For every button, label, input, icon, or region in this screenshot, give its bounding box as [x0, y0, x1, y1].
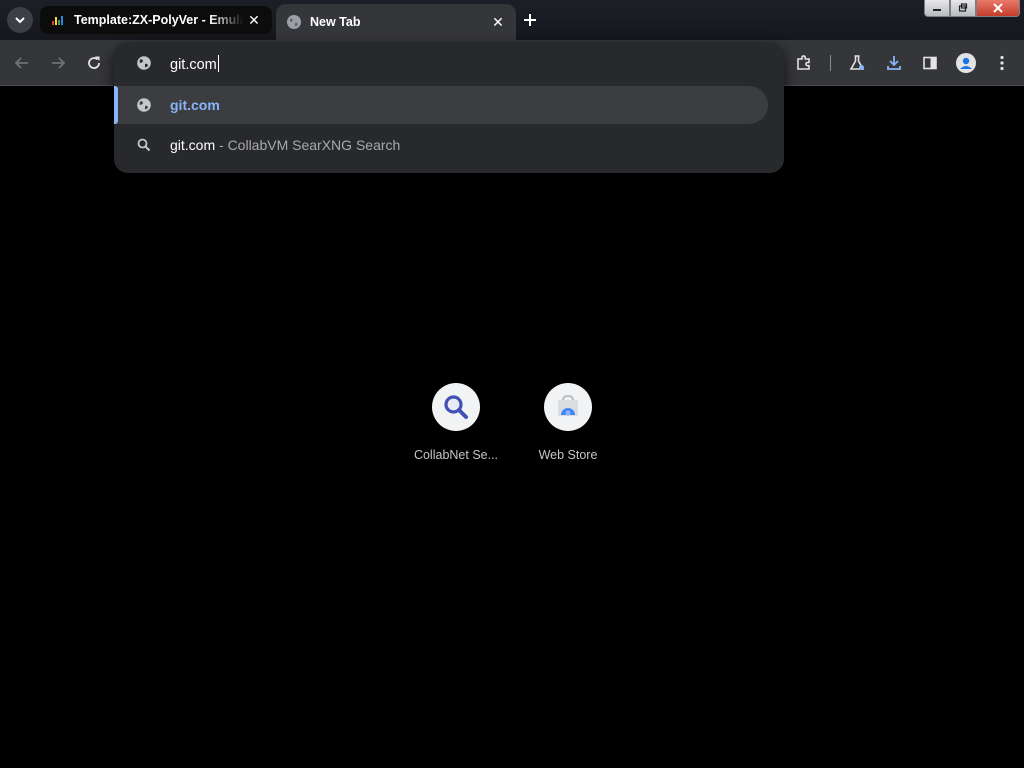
restore-icon	[958, 3, 968, 12]
globe-icon	[137, 56, 151, 70]
search-icon	[137, 138, 151, 152]
suggestion-text: git.com - CollabVM SearXNG Search	[170, 137, 401, 153]
new-tab-button[interactable]	[518, 8, 542, 32]
close-window-button[interactable]	[976, 0, 1020, 17]
omnibox-dropdown: git.com git.com git.com - CollabVM SearX…	[114, 42, 784, 173]
extensions-button[interactable]	[793, 52, 815, 74]
colorful-favicon-icon	[52, 16, 63, 25]
window-controls	[924, 0, 1020, 18]
forward-button[interactable]	[47, 52, 69, 74]
menu-button[interactable]	[991, 52, 1013, 74]
shortcut-tile	[544, 383, 592, 431]
chevron-down-icon	[15, 17, 25, 24]
close-tab-icon[interactable]: ✕	[244, 10, 264, 30]
downloads-button[interactable]	[883, 52, 905, 74]
shortcut-web-store[interactable]: Web Store	[512, 383, 624, 462]
reload-button[interactable]	[83, 52, 105, 74]
profile-button[interactable]	[955, 52, 977, 74]
tab-strip: Template:ZX-PolyVer - Emulati ✕ New Tab …	[0, 0, 1024, 40]
minimize-button[interactable]	[924, 0, 950, 17]
tab-title: Template:ZX-PolyVer - Emulati	[74, 13, 244, 27]
minimize-icon	[933, 9, 941, 11]
back-button[interactable]	[11, 52, 33, 74]
suggestion-url[interactable]: git.com	[114, 86, 768, 124]
tab-search-button[interactable]	[7, 7, 33, 33]
magnifier-icon	[444, 395, 468, 419]
web-store-icon	[558, 395, 578, 416]
suggestion-search[interactable]: git.com - CollabVM SearXNG Search	[114, 126, 768, 164]
side-panel-icon	[923, 56, 937, 70]
labs-icon	[849, 55, 865, 70]
shortcut-label: Web Store	[538, 448, 598, 462]
download-icon	[887, 56, 901, 70]
globe-icon	[137, 98, 151, 112]
globe-icon	[287, 15, 301, 29]
close-icon	[993, 3, 1003, 13]
tab-title: New Tab	[310, 15, 361, 29]
suggestion-text: git.com	[170, 97, 220, 113]
text-caret	[217, 55, 219, 72]
shortcut-tile	[432, 383, 480, 431]
back-icon	[14, 57, 28, 69]
shortcut-collabnet[interactable]: CollabNet Se...	[400, 383, 512, 462]
toolbar-divider	[830, 55, 831, 71]
reload-icon	[88, 56, 100, 69]
tab-template-zx-polyver[interactable]: Template:ZX-PolyVer - Emulati ✕	[40, 6, 272, 34]
labs-button[interactable]	[846, 52, 868, 74]
tab-new-tab[interactable]: New Tab ✕	[276, 4, 516, 40]
shortcut-label: CollabNet Se...	[413, 448, 499, 462]
extensions-icon	[797, 55, 810, 70]
close-tab-icon[interactable]: ✕	[488, 12, 508, 32]
side-panel-button[interactable]	[919, 52, 941, 74]
plus-icon	[524, 14, 536, 26]
profile-icon	[956, 53, 976, 73]
maximize-button[interactable]	[950, 0, 976, 17]
address-bar[interactable]: git.com	[114, 42, 784, 84]
menu-icon	[1000, 55, 1004, 71]
address-input[interactable]: git.com	[170, 55, 219, 73]
forward-icon	[52, 57, 66, 69]
